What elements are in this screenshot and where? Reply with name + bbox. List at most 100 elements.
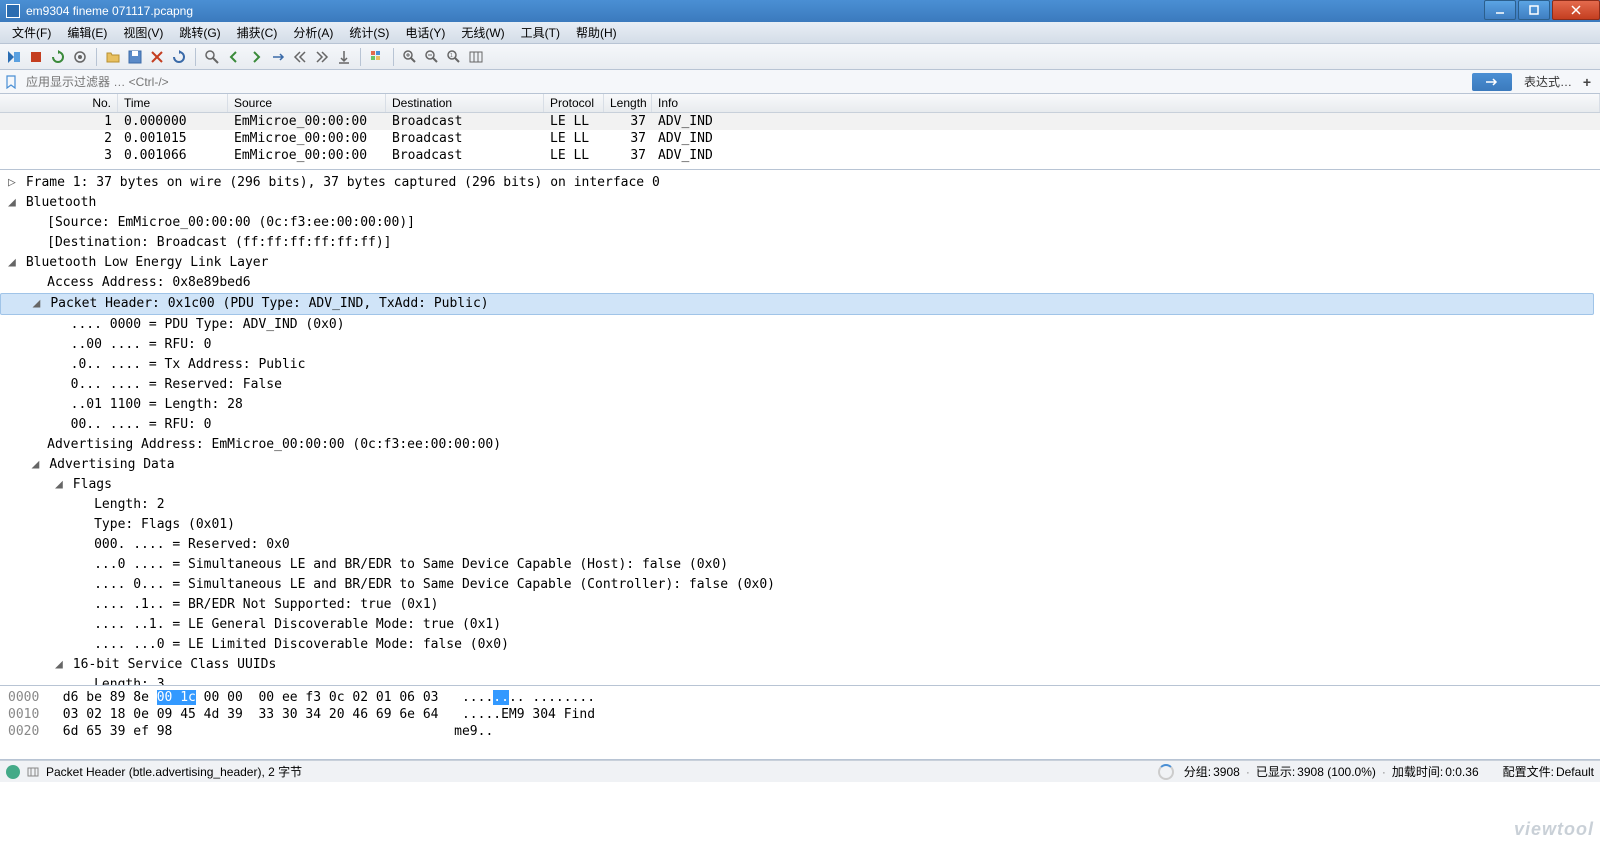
tree-item[interactable]: Type: Flags (0x01)	[0, 515, 1600, 535]
start-capture-icon[interactable]	[4, 47, 24, 67]
tree-item[interactable]: .... ..1. = LE General Discoverable Mode…	[0, 615, 1600, 635]
col-length[interactable]: Length	[604, 94, 652, 112]
zoom-reset-icon[interactable]: 1	[444, 47, 464, 67]
packet-row[interactable]: 2 0.001015 EmMicroe_00:00:00 Broadcast L…	[0, 130, 1600, 147]
window-title: em9304 fineme 071117.pcapng	[26, 4, 1482, 18]
filter-expression-button[interactable]: 表达式…	[1518, 73, 1578, 90]
close-file-icon[interactable]	[147, 47, 167, 67]
menu-edit[interactable]: 编辑(E)	[59, 21, 115, 44]
minimize-button[interactable]	[1484, 0, 1516, 20]
open-file-icon[interactable]	[103, 47, 123, 67]
tree-item[interactable]: Advertising Address: EmMicroe_00:00:00 (…	[0, 435, 1600, 455]
colorize-icon[interactable]	[367, 47, 387, 67]
stop-capture-icon[interactable]	[26, 47, 46, 67]
app-icon	[6, 4, 20, 18]
display-filter-input[interactable]	[22, 72, 1472, 92]
loading-spinner-icon	[1158, 764, 1174, 780]
tree-item[interactable]: ..01 1100 = Length: 28	[0, 395, 1600, 415]
packet-row[interactable]: 3 0.001066 EmMicroe_00:00:00 Broadcast L…	[0, 147, 1600, 164]
collapse-icon[interactable]: ◢	[55, 656, 65, 674]
col-info[interactable]: Info	[652, 94, 1600, 112]
capture-file-icon[interactable]	[26, 765, 40, 779]
packet-list-pane[interactable]: No. Time Source Destination Protocol Len…	[0, 94, 1600, 170]
menu-statistics[interactable]: 统计(S)	[341, 21, 397, 44]
resize-columns-icon[interactable]	[466, 47, 486, 67]
close-button[interactable]	[1552, 0, 1600, 20]
status-packets-label: 分组:	[1184, 763, 1211, 780]
collapse-icon[interactable]: ◢	[8, 254, 18, 272]
tree-item[interactable]: .... .1.. = BR/EDR Not Supported: true (…	[0, 595, 1600, 615]
expert-info-icon[interactable]	[6, 765, 20, 779]
menu-tools[interactable]: 工具(T)	[513, 21, 568, 44]
tree-item[interactable]: ..00 .... = RFU: 0	[0, 335, 1600, 355]
packet-bytes-pane[interactable]: 0000 d6 be 89 8e 00 1c 00 00 00 ee f3 0c…	[0, 686, 1600, 760]
tree-flags[interactable]: ◢ Flags	[0, 475, 1600, 495]
zoom-in-icon[interactable]	[400, 47, 420, 67]
col-protocol[interactable]: Protocol	[544, 94, 604, 112]
toolbar-separator	[393, 48, 394, 66]
filter-apply-button[interactable]	[1472, 73, 1512, 91]
maximize-button[interactable]	[1518, 0, 1550, 20]
toolbar-separator	[195, 48, 196, 66]
tree-item[interactable]: .... ...0 = LE Limited Discoverable Mode…	[0, 635, 1600, 655]
expand-icon[interactable]: ▷	[8, 174, 18, 192]
hex-row[interactable]: 0020 6d 65 39 ef 98 me9..	[8, 723, 1592, 740]
status-profile-label: 配置文件:	[1503, 763, 1554, 780]
col-time[interactable]: Time	[118, 94, 228, 112]
menu-view[interactable]: 视图(V)	[115, 21, 171, 44]
tree-item[interactable]: [Source: EmMicroe_00:00:00 (0c:f3:ee:00:…	[0, 213, 1600, 233]
menubar: 文件(F) 编辑(E) 视图(V) 跳转(G) 捕获(C) 分析(A) 统计(S…	[0, 22, 1600, 44]
go-to-packet-icon[interactable]	[268, 47, 288, 67]
tree-item[interactable]: [Destination: Broadcast (ff:ff:ff:ff:ff:…	[0, 233, 1600, 253]
menu-analyze[interactable]: 分析(A)	[285, 21, 341, 44]
tree-item[interactable]: 00.. .... = RFU: 0	[0, 415, 1600, 435]
tree-item[interactable]: .0.. .... = Tx Address: Public	[0, 355, 1600, 375]
find-packet-icon[interactable]	[202, 47, 222, 67]
packet-row[interactable]: 1 0.000000 EmMicroe_00:00:00 Broadcast L…	[0, 113, 1600, 130]
go-last-icon[interactable]	[312, 47, 332, 67]
go-first-icon[interactable]	[290, 47, 310, 67]
collapse-icon[interactable]: ◢	[32, 295, 42, 313]
auto-scroll-icon[interactable]	[334, 47, 354, 67]
packet-details-pane[interactable]: ▷ Frame 1: 37 bytes on wire (296 bits), …	[0, 170, 1600, 686]
tree-item[interactable]: 000. .... = Reserved: 0x0	[0, 535, 1600, 555]
col-no[interactable]: No.	[0, 94, 118, 112]
filter-bookmark-icon[interactable]	[4, 75, 18, 89]
tree-frame[interactable]: ▷ Frame 1: 37 bytes on wire (296 bits), …	[0, 173, 1600, 193]
filter-add-button[interactable]: +	[1578, 74, 1596, 90]
tree-item[interactable]: ...0 .... = Simultaneous LE and BR/EDR t…	[0, 555, 1600, 575]
hex-row[interactable]: 0000 d6 be 89 8e 00 1c 00 00 00 ee f3 0c…	[8, 689, 1592, 706]
tree-adv-data[interactable]: ◢ Advertising Data	[0, 455, 1600, 475]
save-file-icon[interactable]	[125, 47, 145, 67]
tree-item[interactable]: .... 0... = Simultaneous LE and BR/EDR t…	[0, 575, 1600, 595]
hex-row[interactable]: 0010 03 02 18 0e 09 45 4d 39 33 30 34 20…	[8, 706, 1592, 723]
menu-help[interactable]: 帮助(H)	[568, 21, 625, 44]
tree-item[interactable]: 0... .... = Reserved: False	[0, 375, 1600, 395]
go-back-icon[interactable]	[224, 47, 244, 67]
tree-item[interactable]: Length: 3	[0, 675, 1600, 686]
go-forward-icon[interactable]	[246, 47, 266, 67]
tree-bluetooth[interactable]: ◢ Bluetooth	[0, 193, 1600, 213]
menu-wireless[interactable]: 无线(W)	[453, 21, 512, 44]
menu-telephony[interactable]: 电话(Y)	[397, 21, 453, 44]
collapse-icon[interactable]: ◢	[8, 194, 18, 212]
capture-options-icon[interactable]	[70, 47, 90, 67]
tree-btle[interactable]: ◢ Bluetooth Low Energy Link Layer	[0, 253, 1600, 273]
tree-item[interactable]: Access Address: 0x8e89bed6	[0, 273, 1600, 293]
status-displayed-value: 3908 (100.0%)	[1297, 765, 1376, 779]
tree-uuids[interactable]: ◢ 16-bit Service Class UUIDs	[0, 655, 1600, 675]
collapse-icon[interactable]: ◢	[31, 456, 41, 474]
tree-packet-header[interactable]: ◢ Packet Header: 0x1c00 (PDU Type: ADV_I…	[0, 293, 1594, 315]
col-source[interactable]: Source	[228, 94, 386, 112]
packet-list-header: No. Time Source Destination Protocol Len…	[0, 94, 1600, 113]
reload-icon[interactable]	[169, 47, 189, 67]
menu-file[interactable]: 文件(F)	[4, 21, 59, 44]
col-destination[interactable]: Destination	[386, 94, 544, 112]
menu-go[interactable]: 跳转(G)	[171, 21, 228, 44]
tree-item[interactable]: .... 0000 = PDU Type: ADV_IND (0x0)	[0, 315, 1600, 335]
zoom-out-icon[interactable]	[422, 47, 442, 67]
menu-capture[interactable]: 捕获(C)	[229, 21, 286, 44]
tree-item[interactable]: Length: 2	[0, 495, 1600, 515]
collapse-icon[interactable]: ◢	[55, 476, 65, 494]
restart-capture-icon[interactable]	[48, 47, 68, 67]
